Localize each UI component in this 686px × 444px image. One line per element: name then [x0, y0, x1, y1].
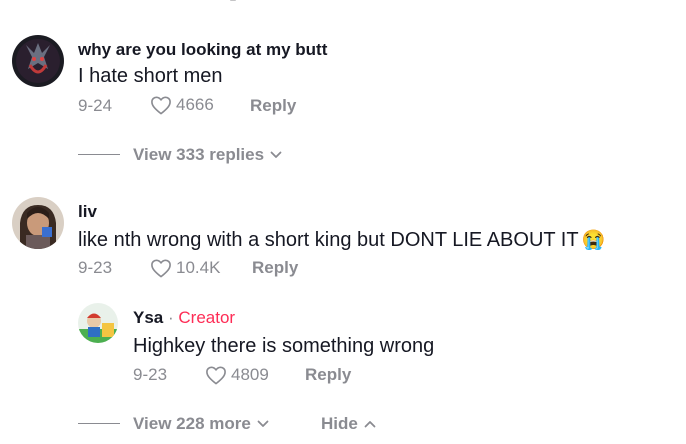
view-replies-label: View 333 replies [133, 145, 265, 164]
separator-dot: · [167, 308, 174, 327]
heart-outline-icon [151, 96, 171, 115]
like-count: 10.4K [176, 258, 221, 277]
crying-emoji: 😭 [581, 230, 606, 251]
view-more-label: View 228 more [133, 414, 251, 433]
comment-date: 9-23 [78, 258, 113, 277]
chevron-up-icon [364, 421, 376, 428]
comment-username[interactable]: liv [78, 202, 97, 222]
avatar[interactable] [12, 35, 64, 87]
hide-replies-button[interactable]: Hide [321, 414, 376, 434]
reply-text: Highkey there is something wrong [133, 335, 435, 357]
like-button[interactable]: 10.4K [150, 258, 220, 278]
comment-username[interactable]: why are you looking at my butt [78, 40, 327, 60]
divider [78, 154, 120, 155]
hide-label: Hide [321, 414, 358, 433]
previous-comment-remnant [230, 0, 236, 1]
view-replies-button[interactable]: View 333 replies [133, 145, 282, 165]
reply-date: 9-23 [133, 365, 168, 384]
reply-username[interactable]: Ysa [133, 308, 163, 327]
reply-button[interactable]: Reply [305, 365, 351, 385]
divider [78, 423, 120, 424]
chevron-down-icon [270, 151, 282, 158]
heart-outline-icon [151, 259, 171, 278]
creator-badge: Creator [178, 308, 236, 327]
like-button[interactable]: 4666 [150, 95, 214, 115]
like-count: 4809 [231, 365, 269, 384]
comment-text: like nth wrong with a short king but DON… [78, 228, 605, 252]
like-count: 4666 [176, 95, 214, 114]
comment-text: I hate short men [78, 65, 223, 87]
comment-date: 9-24 [78, 96, 113, 115]
reply-button[interactable]: Reply [250, 96, 296, 116]
heart-outline-icon [206, 366, 226, 385]
avatar[interactable] [12, 197, 64, 249]
comment-text-body: like nth wrong with a short king but DON… [78, 228, 579, 251]
avatar[interactable] [78, 303, 118, 343]
chevron-down-icon [257, 420, 269, 427]
reply-button[interactable]: Reply [252, 258, 298, 278]
reply-header: Ysa · Creator [133, 308, 235, 328]
like-button[interactable]: 4809 [205, 365, 269, 385]
view-more-replies-button[interactable]: View 228 more [133, 414, 269, 434]
